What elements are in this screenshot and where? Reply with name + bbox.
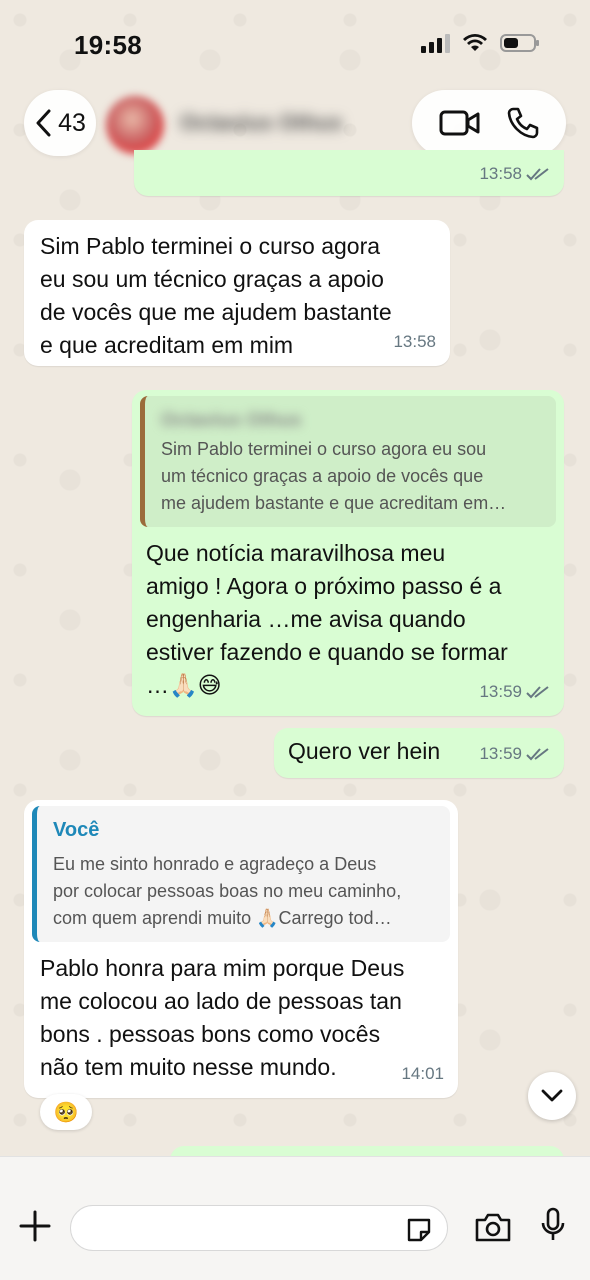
quote-author: Octavius Othus — [161, 410, 302, 431]
quoted-message[interactable]: Você Eu me sinto honrado e agradeço a De… — [32, 806, 450, 942]
chevron-left-icon — [36, 109, 51, 137]
attach-button[interactable] — [18, 1209, 52, 1248]
quoted-message[interactable]: Octavius Othus Sim Pablo terminei o curs… — [140, 396, 556, 527]
message-text: Pablo honra para mim porque Deus me colo… — [40, 955, 405, 1080]
unread-count: 43 — [58, 108, 86, 137]
status-bar: 19:58 — [0, 0, 590, 88]
quote-text: Sim Pablo terminei o curso agora eu sou … — [161, 439, 507, 513]
contact-name[interactable]: Octavius Othus — [180, 110, 343, 136]
reaction-emoji: 🥺 — [53, 1101, 79, 1124]
wifi-icon — [463, 34, 487, 51]
phone-icon[interactable] — [506, 106, 540, 140]
signal-icon — [421, 34, 450, 53]
message-bubble-outgoing[interactable]: Octavius Othus Sim Pablo terminei o curs… — [132, 390, 564, 716]
message-bubble-incoming[interactable]: Sim Pablo terminei o curso agora eu sou … — [24, 220, 450, 366]
message-bubble-outgoing[interactable]: Quero ver hein 13:59 — [274, 728, 564, 778]
back-button[interactable]: 43 — [24, 90, 96, 156]
status-icons — [420, 33, 540, 53]
message-meta: 13:58 — [479, 157, 550, 190]
sticker-icon — [407, 1218, 431, 1242]
video-call-icon[interactable] — [439, 108, 481, 138]
message-input[interactable] — [70, 1205, 448, 1251]
message-meta: 13:58 — [393, 325, 436, 358]
scroll-to-bottom-button[interactable] — [528, 1072, 576, 1120]
message-meta: 14:01 — [401, 1057, 444, 1090]
double-check-icon — [526, 747, 549, 760]
message-time: 13:59 — [479, 744, 522, 763]
contact-avatar[interactable] — [106, 96, 164, 154]
battery-icon — [500, 34, 539, 52]
mic-icon — [541, 1207, 565, 1240]
message-meta: 13:59 — [479, 675, 550, 708]
message-time: 14:01 — [401, 1064, 444, 1083]
double-check-icon — [526, 167, 549, 180]
message-text: Sim Pablo terminei o curso agora eu sou … — [40, 233, 392, 358]
status-time: 19:58 — [74, 30, 142, 60]
message-reaction[interactable]: 🥺 — [40, 1094, 92, 1130]
camera-button[interactable] — [474, 1211, 512, 1248]
call-actions — [412, 90, 566, 156]
message-time: 13:58 — [479, 164, 522, 183]
camera-icon — [475, 1213, 511, 1242]
composer-bar — [0, 1156, 590, 1280]
mic-button[interactable] — [540, 1207, 566, 1248]
message-bubble-incoming[interactable]: Você Eu me sinto honrado e agradeço a De… — [24, 800, 458, 1098]
quote-author: Você — [53, 819, 100, 841]
plus-icon — [19, 1210, 51, 1242]
message-meta: 13:59 — [479, 737, 550, 770]
message-time: 13:59 — [479, 682, 522, 701]
message-bubble-outgoing[interactable]: 13:58 — [134, 150, 564, 196]
message-time: 13:58 — [393, 332, 436, 351]
sticker-button[interactable] — [405, 1216, 433, 1249]
chevron-down-icon — [541, 1089, 563, 1102]
quote-text: Eu me sinto honrado e agradeço a Deus po… — [53, 854, 402, 928]
double-check-icon — [526, 685, 549, 698]
